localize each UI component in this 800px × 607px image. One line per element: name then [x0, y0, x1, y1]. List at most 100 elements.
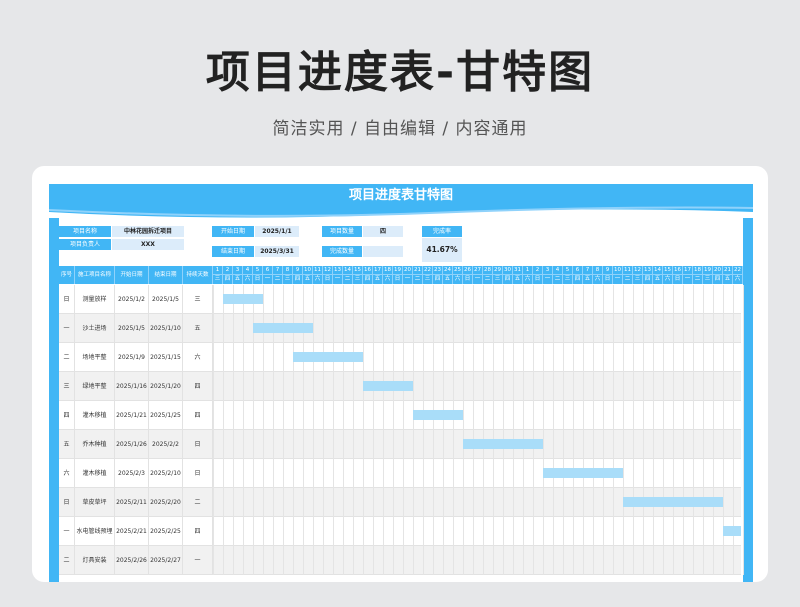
cell-days[interactable]: 五	[183, 314, 213, 343]
cell-days[interactable]: 三	[183, 285, 213, 314]
cell-days[interactable]: 四	[183, 372, 213, 401]
cell-task[interactable]: 灯具安装	[75, 546, 115, 575]
gantt-bar[interactable]	[413, 410, 463, 420]
day-gridline	[233, 459, 234, 488]
cell-seq[interactable]: 日	[59, 488, 75, 517]
day-gridline	[223, 430, 224, 459]
cell-end[interactable]: 2025/1/20	[149, 372, 183, 401]
day-gridline	[493, 343, 494, 372]
day-gridline	[363, 401, 364, 430]
cell-task[interactable]: 灌木移植	[75, 459, 115, 488]
cell-start[interactable]: 2025/1/5	[115, 314, 149, 343]
table-row[interactable]: 五乔木种植 2025/1/26 2025/2/2 日	[59, 430, 744, 459]
cell-start[interactable]: 2025/1/26	[115, 430, 149, 459]
day-gridline	[363, 343, 364, 372]
cell-days[interactable]: 二	[183, 488, 213, 517]
cell-start[interactable]: 2025/2/3	[115, 459, 149, 488]
table-row[interactable]: 一沙土进场 2025/1/5 2025/1/10 五	[59, 314, 744, 343]
owner-value[interactable]: XXX	[112, 239, 184, 250]
cell-end[interactable]: 2025/1/5	[149, 285, 183, 314]
table-row[interactable]: 日测量放样 2025/1/2 2025/1/5 三	[59, 285, 744, 314]
cell-start[interactable]: 2025/2/26	[115, 546, 149, 575]
day-gridline	[213, 430, 214, 459]
day-gridline	[383, 517, 384, 546]
cell-start[interactable]: 2025/1/21	[115, 401, 149, 430]
cell-end[interactable]: 2025/1/15	[149, 343, 183, 372]
cell-days[interactable]: 四	[183, 401, 213, 430]
timeline-weekday: 三	[353, 275, 363, 284]
cell-days[interactable]: 一	[183, 546, 213, 575]
cell-task[interactable]: 乔木种植	[75, 430, 115, 459]
cell-task[interactable]: 沙土进场	[75, 314, 115, 343]
table-row[interactable]: 三绿地平整 2025/1/16 2025/1/20 四	[59, 372, 744, 401]
cell-end[interactable]: 2025/2/27	[149, 546, 183, 575]
day-gridline	[743, 372, 744, 401]
end-date-value[interactable]: 2025/3/31	[255, 246, 299, 257]
gantt-bar[interactable]	[543, 468, 623, 478]
cell-seq[interactable]: 三	[59, 372, 75, 401]
day-gridline	[573, 517, 574, 546]
cell-days[interactable]: 日	[183, 430, 213, 459]
table-row[interactable]: 四灌木移植 2025/1/21 2025/1/25 四	[59, 401, 744, 430]
cell-end[interactable]: 2025/1/10	[149, 314, 183, 343]
gantt-bar[interactable]	[293, 352, 363, 362]
gantt-bar[interactable]	[623, 497, 723, 507]
cell-task[interactable]: 草皮草坪	[75, 488, 115, 517]
day-gridline	[233, 517, 234, 546]
cell-task[interactable]: 灌木移植	[75, 401, 115, 430]
cell-seq[interactable]: 四	[59, 401, 75, 430]
timeline-weekday: 三	[493, 275, 503, 284]
cell-seq[interactable]: 五	[59, 430, 75, 459]
table-row[interactable]: 日草皮草坪 2025/2/11 2025/2/20 二	[59, 488, 744, 517]
cell-start[interactable]: 2025/1/2	[115, 285, 149, 314]
timeline-day-number: 19	[703, 266, 713, 275]
day-gridline	[213, 343, 214, 372]
project-name-value[interactable]: 中林花园拆迁项目	[112, 226, 184, 237]
timeline-day-number: 17	[373, 266, 383, 275]
cell-start[interactable]: 2025/2/21	[115, 517, 149, 546]
cell-task[interactable]: 水电管线预埋	[75, 517, 115, 546]
cell-seq[interactable]: 二	[59, 343, 75, 372]
day-gridline	[703, 285, 704, 314]
table-row[interactable]: 二灯具安装 2025/2/26 2025/2/27 一	[59, 546, 744, 575]
cell-start[interactable]: 2025/2/11	[115, 488, 149, 517]
cell-start[interactable]: 2025/1/16	[115, 372, 149, 401]
gantt-bar[interactable]	[253, 323, 313, 333]
cell-task[interactable]: 绿地平整	[75, 372, 115, 401]
day-gridline	[443, 459, 444, 488]
day-gridline	[383, 459, 384, 488]
table-row[interactable]: 二场地平整 2025/1/9 2025/1/15 六	[59, 343, 744, 372]
task-count-value[interactable]: 四	[363, 226, 403, 237]
timeline-weekday: 三	[213, 275, 223, 284]
timeline-weekday: 六	[523, 275, 533, 284]
cell-start[interactable]: 2025/1/9	[115, 343, 149, 372]
gantt-bar[interactable]	[723, 526, 741, 536]
day-gridline	[243, 343, 244, 372]
cell-task[interactable]: 场地平整	[75, 343, 115, 372]
timeline-weekday: 三	[283, 275, 293, 284]
cell-seq[interactable]: 日	[59, 285, 75, 314]
cell-seq[interactable]: 二	[59, 546, 75, 575]
table-row[interactable]: 一水电管线预埋 2025/2/21 2025/2/25 四	[59, 517, 744, 546]
done-count-value[interactable]	[363, 246, 403, 257]
cell-seq[interactable]: 六	[59, 459, 75, 488]
cell-end[interactable]: 2025/2/10	[149, 459, 183, 488]
gantt-bar[interactable]	[363, 381, 413, 391]
gantt-bar[interactable]	[463, 439, 543, 449]
cell-days[interactable]: 六	[183, 343, 213, 372]
day-gridline	[693, 459, 694, 488]
start-date-value[interactable]: 2025/1/1	[255, 226, 299, 237]
cell-seq[interactable]: 一	[59, 517, 75, 546]
cell-days[interactable]: 四	[183, 517, 213, 546]
timeline-day-number: 8	[283, 266, 293, 275]
cell-seq[interactable]: 一	[59, 314, 75, 343]
cell-end[interactable]: 2025/2/20	[149, 488, 183, 517]
cell-end[interactable]: 2025/2/2	[149, 430, 183, 459]
cell-days[interactable]: 日	[183, 459, 213, 488]
day-gridline	[263, 401, 264, 430]
cell-end[interactable]: 2025/2/25	[149, 517, 183, 546]
cell-end[interactable]: 2025/1/25	[149, 401, 183, 430]
table-row[interactable]: 六灌木移植 2025/2/3 2025/2/10 日	[59, 459, 744, 488]
gantt-bar[interactable]	[223, 294, 263, 304]
cell-task[interactable]: 测量放样	[75, 285, 115, 314]
